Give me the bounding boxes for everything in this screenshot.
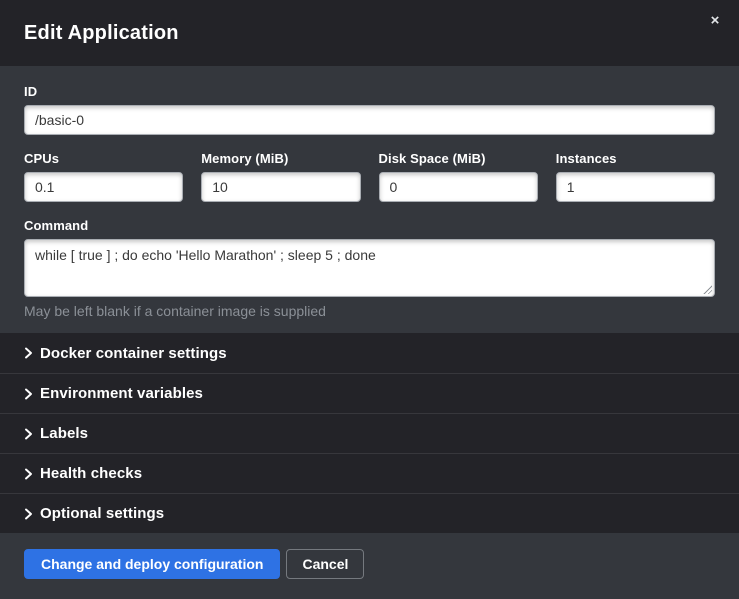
command-textarea[interactable]: while [ true ] ; do echo 'Hello Marathon… xyxy=(24,239,715,297)
edit-application-modal: Edit Application × ID CPUs Memory (MiB) … xyxy=(0,0,739,599)
disk-field-group: Disk Space (MiB) xyxy=(379,151,538,202)
section-title: Health checks xyxy=(40,465,142,482)
cpus-label: CPUs xyxy=(24,151,183,166)
change-and-deploy-button[interactable]: Change and deploy configuration xyxy=(24,549,280,579)
chevron-right-icon xyxy=(24,508,40,520)
section-environment-variables[interactable]: Environment variables xyxy=(0,373,739,413)
close-icon[interactable]: × xyxy=(706,12,724,30)
resources-row: CPUs Memory (MiB) Disk Space (MiB) Insta… xyxy=(24,151,715,202)
chevron-right-icon xyxy=(24,468,40,480)
instances-label: Instances xyxy=(556,151,715,166)
command-label: Command xyxy=(24,218,715,233)
chevron-right-icon xyxy=(24,428,40,440)
cpus-input[interactable] xyxy=(24,172,183,202)
collapsible-sections: Docker container settings Environment va… xyxy=(0,333,739,533)
section-optional-settings[interactable]: Optional settings xyxy=(0,493,739,533)
section-title: Docker container settings xyxy=(40,345,227,362)
chevron-right-icon xyxy=(24,347,40,359)
memory-label: Memory (MiB) xyxy=(201,151,360,166)
chevron-right-icon xyxy=(24,388,40,400)
memory-field-group: Memory (MiB) xyxy=(201,151,360,202)
section-docker-container-settings[interactable]: Docker container settings xyxy=(0,333,739,373)
instances-field-group: Instances xyxy=(556,151,715,202)
cpus-field-group: CPUs xyxy=(24,151,183,202)
modal-title: Edit Application xyxy=(24,22,179,45)
section-title: Environment variables xyxy=(40,385,203,402)
cancel-button[interactable]: Cancel xyxy=(286,549,364,579)
section-title: Optional settings xyxy=(40,505,164,522)
section-health-checks[interactable]: Health checks xyxy=(0,453,739,493)
id-input[interactable] xyxy=(24,105,715,135)
command-field-group: Command while [ true ] ; do echo 'Hello … xyxy=(24,218,715,319)
section-labels[interactable]: Labels xyxy=(0,413,739,453)
command-textarea-wrap: while [ true ] ; do echo 'Hello Marathon… xyxy=(24,239,715,297)
disk-input[interactable] xyxy=(379,172,538,202)
id-label: ID xyxy=(24,84,715,99)
modal-footer: Change and deploy configuration Cancel xyxy=(0,533,739,599)
memory-input[interactable] xyxy=(201,172,360,202)
command-help-text: May be left blank if a container image i… xyxy=(24,303,715,319)
form-body: ID CPUs Memory (MiB) Disk Space (MiB) In… xyxy=(0,66,739,333)
instances-input[interactable] xyxy=(556,172,715,202)
section-title: Labels xyxy=(40,425,88,442)
disk-label: Disk Space (MiB) xyxy=(379,151,538,166)
modal-header: Edit Application × xyxy=(0,0,739,66)
id-field-group: ID xyxy=(24,84,715,135)
